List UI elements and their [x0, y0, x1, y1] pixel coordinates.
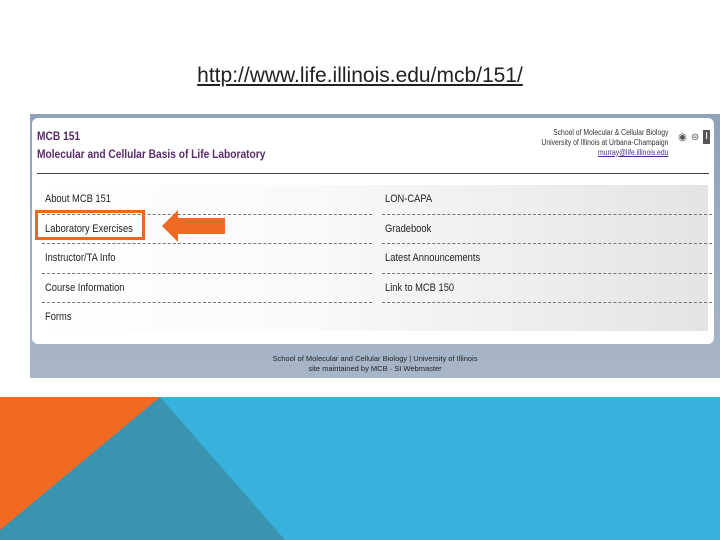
menu-item-forms[interactable]: Forms	[42, 303, 372, 333]
menu-item-mcb150[interactable]: Link to MCB 150	[382, 274, 712, 303]
website-screenshot: MCB 151 Molecular and Cellular Basis of …	[30, 114, 720, 378]
site-footer: School of Molecular and Cellular Biology…	[30, 354, 720, 374]
header-icons: ◉ ⊜ I	[678, 130, 710, 144]
url-link[interactable]: http://www.life.illinois.edu/mcb/151/	[0, 64, 720, 88]
menu-item-lon-capa[interactable]: LON-CAPA	[382, 185, 712, 215]
menu-item-announcements[interactable]: Latest Announcements	[382, 244, 712, 274]
arrow-left-icon	[162, 210, 225, 242]
menu-item-instructor-ta[interactable]: Instructor/TA Info	[42, 244, 372, 274]
menu-item-course-information[interactable]: Course Information	[42, 274, 372, 303]
highlight-box	[35, 210, 145, 240]
university-name: University of Illinois at Urbana-Champai…	[541, 138, 668, 147]
footer-line-1: School of Molecular and Cellular Biology…	[272, 354, 478, 363]
course-code: MCB 151	[37, 129, 81, 143]
illinois-logo-icon: I	[703, 130, 710, 144]
school-info: School of Molecular & Cellular Biology U…	[541, 128, 668, 158]
footer-line-2: site maintained by MCB · SI Webmaster	[308, 364, 442, 373]
info-icon[interactable]: ◉	[678, 132, 687, 143]
decorative-band	[0, 397, 720, 540]
menu-item-gradebook[interactable]: Gradebook	[382, 215, 712, 244]
email-link[interactable]: murray@life.illinois.edu	[541, 148, 668, 158]
navigation-menu: About MCB 151 Laboratory Exercises Instr…	[38, 185, 712, 333]
school-name: School of Molecular & Cellular Biology	[552, 128, 668, 137]
print-icon[interactable]: ⊜	[691, 132, 699, 143]
header-divider	[37, 173, 709, 174]
course-title: Molecular and Cellular Basis of Life Lab…	[37, 147, 266, 161]
